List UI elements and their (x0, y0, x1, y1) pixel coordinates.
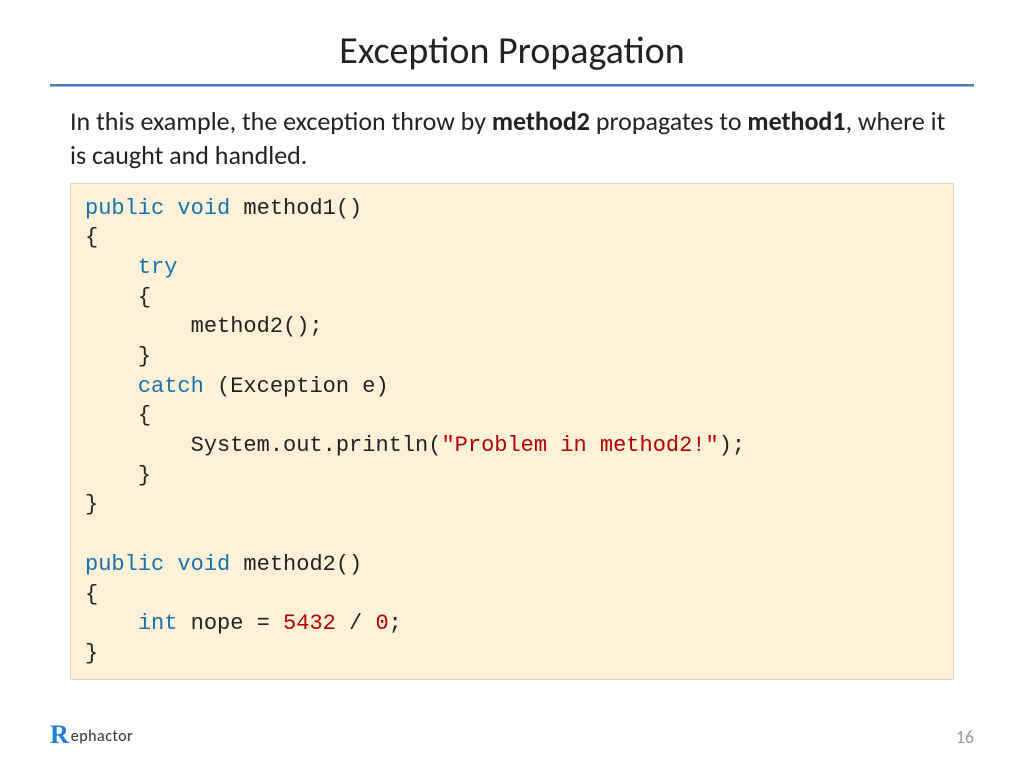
page-number: 16 (956, 726, 974, 748)
brace-close: } (85, 492, 98, 517)
title-divider (50, 84, 974, 87)
brace-open: { (85, 225, 98, 250)
kw-public: public (85, 196, 164, 221)
brace-open: { (85, 582, 98, 607)
call-method2: method2(); (85, 314, 323, 339)
nope-div: / (336, 611, 376, 636)
kw-int: int (138, 611, 178, 636)
intro-mid: propagates to (590, 105, 747, 137)
brace-open: { (138, 285, 151, 310)
catch-rest: (Exception e) (204, 374, 389, 399)
logo-r: R (50, 722, 69, 748)
nope-mid: nope = (177, 611, 283, 636)
nope-end: ; (389, 611, 402, 636)
kw-void: void (177, 552, 230, 577)
brace-open: { (138, 403, 151, 428)
println-post: ); (719, 433, 745, 458)
string-literal: "Problem in method2!" (441, 433, 718, 458)
brace-close: } (138, 463, 151, 488)
intro-paragraph: In this example, the exception throw by … (70, 105, 954, 173)
intro-bold-method2: method2 (492, 105, 590, 137)
logo: Rephactor (50, 722, 133, 748)
kw-try: try (138, 255, 178, 280)
num-5432: 5432 (283, 611, 336, 636)
intro-bold-method1: method1 (747, 105, 845, 137)
kw-void: void (177, 196, 230, 221)
brace-close: } (138, 344, 151, 369)
code-block: public void method1() { try { method2();… (70, 183, 954, 680)
kw-catch: catch (138, 374, 204, 399)
m2-signature: method2() (230, 552, 362, 577)
brace-close: } (85, 641, 98, 666)
kw-public: public (85, 552, 164, 577)
println-pre: System.out.println( (85, 433, 441, 458)
m1-signature: method1() (230, 196, 362, 221)
logo-rest: ephactor (71, 727, 133, 746)
intro-pre: In this example, the exception throw by (70, 105, 492, 137)
num-0: 0 (375, 611, 388, 636)
slide-title: Exception Propagation (50, 28, 974, 74)
